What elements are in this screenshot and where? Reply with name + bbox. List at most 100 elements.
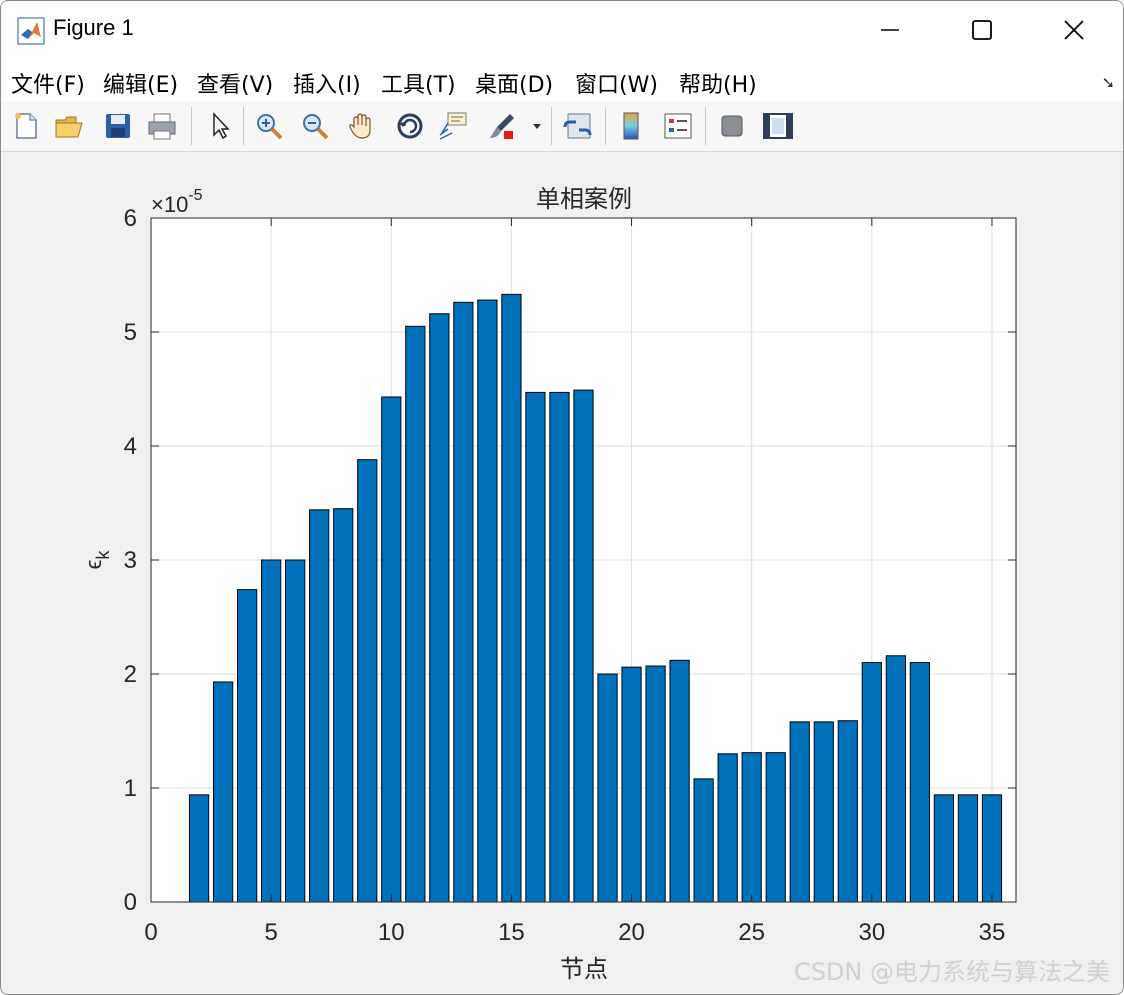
x-tick-label: 25: [738, 919, 765, 946]
y-axis-label-group: ϵk: [81, 550, 113, 570]
bar-node-3: [212, 681, 234, 903]
close-button[interactable]: [1051, 9, 1097, 51]
bar-node-17: [549, 391, 570, 903]
bar-node-11: [405, 325, 426, 903]
bar-node-27: [789, 721, 810, 903]
matlab-logo-icon: [17, 17, 45, 45]
bar-node-12: [429, 313, 450, 903]
minimize-icon: [881, 29, 899, 31]
brush-icon[interactable]: [485, 109, 519, 143]
toolbar-separator: [551, 107, 552, 145]
bar-node-34: [957, 794, 979, 903]
bar-node-28: [813, 721, 834, 903]
y-tick-label: 1: [124, 775, 137, 802]
dock-arrow-icon[interactable]: ➘: [1102, 73, 1115, 92]
y-tick-label: 0: [124, 889, 137, 916]
show-plot-tools-icon[interactable]: [761, 109, 795, 143]
y-exponent-label: ×10-5: [151, 187, 203, 217]
print-icon[interactable]: [145, 109, 179, 143]
menu-desktop[interactable]: 桌面(D): [475, 67, 553, 99]
y-exponent-power: -5: [188, 187, 202, 204]
bar-node-35: [981, 794, 1003, 903]
legend-icon[interactable]: [661, 109, 695, 143]
zoom-in-icon[interactable]: [253, 109, 287, 143]
bar-node-33: [933, 794, 955, 903]
bar-node-10: [381, 396, 402, 903]
rotate-3d-icon[interactable]: [393, 109, 427, 143]
hide-plot-tools-icon[interactable]: [715, 109, 749, 143]
maximize-icon: [972, 20, 992, 40]
y-axis-label-subscript: k: [93, 550, 113, 560]
bar-node-18: [573, 389, 594, 903]
toolbar-separator: [605, 107, 606, 145]
x-tick-label: 15: [498, 919, 525, 946]
pointer-icon[interactable]: [203, 109, 237, 143]
chart-title: 单相案例: [536, 185, 632, 213]
toolbar-separator: [191, 107, 192, 145]
menu-help[interactable]: 帮助(H): [679, 67, 757, 99]
bar-node-20: [621, 666, 642, 903]
bar-node-2: [188, 794, 210, 903]
bar-chart: 0 5 10 15 20 25 30 35 0 1 2 3 4 5 6 单相案例 节点 ϵk ×10-5: [81, 185, 1017, 983]
bar-node-4: [237, 589, 258, 903]
x-tick-label: 10: [378, 919, 405, 946]
menu-file[interactable]: 文件(F): [11, 67, 85, 99]
y-tick-label: 2: [124, 661, 137, 688]
bar-node-8: [333, 508, 354, 903]
y-axis-label-symbol: ϵ: [81, 560, 106, 570]
data-cursor-icon[interactable]: [437, 109, 471, 143]
bar-node-29: [837, 720, 858, 903]
link-plot-icon[interactable]: [561, 109, 595, 143]
new-figure-icon[interactable]: [9, 109, 43, 143]
bar-node-16: [525, 391, 546, 903]
bar-node-9: [357, 459, 378, 903]
menu-bar: 文件(F) 编辑(E) 查看(V) 插入(I) 工具(T) 桌面(D) 窗口(W…: [1, 59, 1123, 101]
y-axis-label: ϵk: [81, 550, 113, 570]
bar-node-19: [597, 673, 618, 903]
bar-node-14: [477, 299, 498, 903]
bar-node-32: [909, 662, 930, 903]
bar-node-23: [693, 778, 714, 903]
toolbar-separator: [243, 107, 244, 145]
y-tick-label: 4: [124, 433, 137, 460]
bar-node-21: [645, 665, 666, 903]
x-tick-label: 20: [618, 919, 645, 946]
bar-node-6: [285, 559, 306, 903]
figure-canvas: 0 5 10 15 20 25 30 35 0 1 2 3 4 5 6 单相案例 节点 ϵk ×10-5: [1, 152, 1123, 994]
open-file-icon[interactable]: [53, 109, 87, 143]
save-icon[interactable]: [101, 109, 135, 143]
bar-node-7: [309, 509, 330, 903]
title-bar: Figure 1: [1, 1, 1123, 59]
x-axis-label: 节点: [560, 955, 608, 983]
bar-node-25: [741, 752, 762, 903]
bar-node-31: [885, 655, 906, 903]
pan-hand-icon[interactable]: [345, 109, 379, 143]
bar-node-24: [717, 753, 738, 903]
y-exponent-base: ×10: [151, 192, 188, 217]
brush-dropdown-chevron-down-icon[interactable]: [527, 109, 547, 143]
bar-node-15: [501, 293, 522, 903]
close-icon: [1064, 20, 1084, 40]
minimize-button[interactable]: [867, 9, 913, 51]
figure-window: Figure 1 文件(F) 编辑(E) 查看(V) 插入(I) 工具(T) 桌…: [0, 0, 1124, 995]
y-tick-label: 3: [124, 547, 137, 574]
maximize-button[interactable]: [959, 9, 1005, 51]
y-tick-label: 6: [124, 205, 137, 232]
figure-toolbar: [1, 101, 1123, 152]
bar-node-13: [453, 301, 474, 903]
menu-window[interactable]: 窗口(W): [575, 67, 658, 99]
menu-view[interactable]: 查看(V): [197, 67, 273, 99]
colorbar-icon[interactable]: [615, 109, 649, 143]
watermark: CSDN @电力系统与算法之美: [793, 958, 1110, 986]
menu-edit[interactable]: 编辑(E): [103, 67, 178, 99]
window-title: Figure 1: [53, 15, 134, 40]
x-tick-label: 30: [858, 919, 885, 946]
bar-node-30: [861, 662, 882, 903]
menu-insert[interactable]: 插入(I): [293, 67, 361, 99]
bar-node-22: [669, 659, 690, 903]
menu-tools[interactable]: 工具(T): [381, 67, 456, 99]
y-tick-label: 5: [124, 319, 137, 346]
x-tick-label: 5: [264, 919, 277, 946]
x-tick-label: 0: [144, 919, 157, 946]
zoom-out-icon[interactable]: [299, 109, 333, 143]
